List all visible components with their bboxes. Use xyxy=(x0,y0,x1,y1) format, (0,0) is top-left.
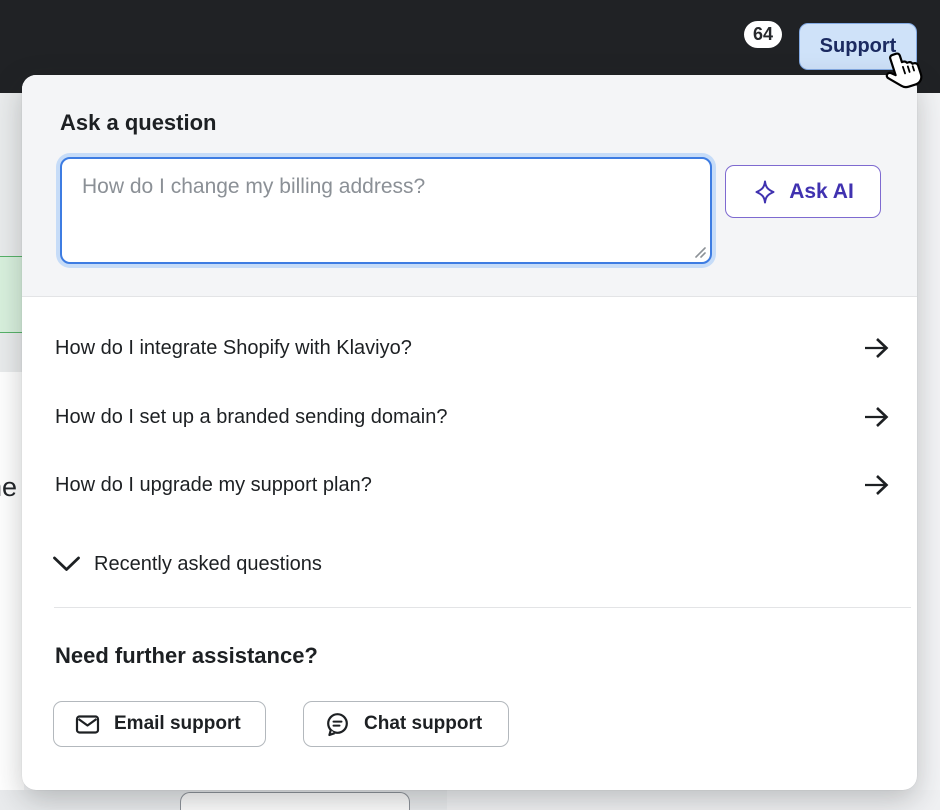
section-divider xyxy=(54,607,911,608)
arrow-right-icon xyxy=(861,335,891,361)
chat-support-label: Chat support xyxy=(364,713,482,735)
chat-support-button[interactable]: Chat support xyxy=(303,701,509,747)
background-bottom-strip-light xyxy=(447,790,940,810)
ask-question-heading: Ask a question xyxy=(60,110,216,136)
question-input-wrapper xyxy=(56,153,716,268)
arrow-right-icon xyxy=(861,472,891,498)
sparkle-icon xyxy=(752,179,778,205)
support-button[interactable]: Support xyxy=(799,23,917,70)
support-dropdown-screen: ne 64 Support Ask a question xyxy=(0,0,940,810)
email-support-label: Email support xyxy=(114,713,241,735)
suggested-question-row[interactable]: How do I integrate Shopify with Klaviyo? xyxy=(22,314,917,382)
suggested-question-label: How do I integrate Shopify with Klaviyo? xyxy=(55,337,412,360)
ask-ai-button[interactable]: Ask AI xyxy=(725,165,881,218)
notification-count: 64 xyxy=(753,24,773,45)
resize-handle-icon[interactable] xyxy=(693,245,707,259)
need-assistance-heading: Need further assistance? xyxy=(55,643,318,669)
ask-ai-label: Ask AI xyxy=(789,180,854,204)
arrow-right-icon xyxy=(861,404,891,430)
email-support-button[interactable]: Email support xyxy=(53,701,266,747)
suggested-question-label: How do I upgrade my support plan? xyxy=(55,474,372,497)
support-panel: Ask a question Ask AI How do I integrate… xyxy=(22,75,917,790)
support-button-label: Support xyxy=(820,35,897,58)
background-card-edge xyxy=(0,372,24,790)
notification-count-badge: 64 xyxy=(744,21,782,48)
chevron-down-icon xyxy=(52,555,81,573)
chat-bubble-icon xyxy=(324,711,351,738)
envelope-icon xyxy=(74,711,101,738)
recently-asked-label: Recently asked questions xyxy=(94,553,322,576)
suggested-question-label: How do I set up a branded sending domain… xyxy=(55,406,448,429)
background-success-banner-edge xyxy=(0,256,24,333)
background-partial-button[interactable] xyxy=(180,792,410,810)
suggested-question-row[interactable]: How do I set up a branded sending domain… xyxy=(22,383,917,451)
suggested-question-row[interactable]: How do I upgrade my support plan? xyxy=(22,451,917,519)
question-input[interactable] xyxy=(60,157,712,264)
recently-asked-expander[interactable]: Recently asked questions xyxy=(52,541,322,587)
background-clipped-text: ne xyxy=(0,472,17,503)
